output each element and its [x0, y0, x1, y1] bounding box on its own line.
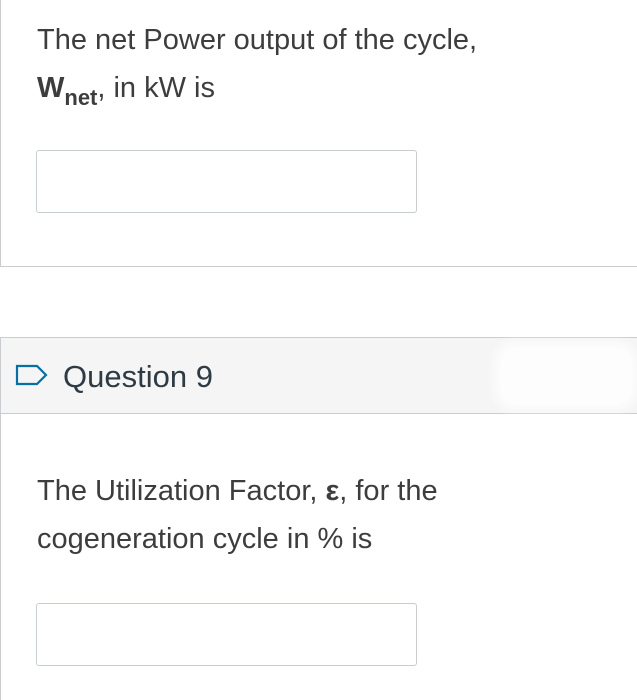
- question-8-panel: The net Power output of the cycle, Wnet,…: [0, 0, 637, 267]
- question-9-line-1-part-2: , for the: [339, 475, 438, 507]
- question-8-prompt: The net Power output of the cycle, Wnet,…: [37, 16, 597, 112]
- question-9-line-1-part-1: The Utilization Factor,: [37, 475, 326, 507]
- question-9-header: Question 9: [0, 337, 637, 414]
- epsilon-symbol: ε: [325, 475, 340, 507]
- question-8-line-1: The net Power output of the cycle,: [37, 24, 478, 56]
- question-9-title: Question 9: [63, 359, 213, 394]
- variable-subscript-net: net: [64, 85, 98, 110]
- question-8-line-2-rest: , in kW is: [97, 72, 215, 104]
- question-9-line-2: cogeneration cycle in % is: [37, 523, 373, 555]
- question-9-line-1: The Utilization Factor, ε, for the: [37, 467, 597, 515]
- question-8-answer-input[interactable]: [36, 150, 417, 213]
- flag-outline-icon[interactable]: [15, 364, 49, 386]
- question-9-prompt: The Utilization Factor, ε, for the cogen…: [37, 467, 597, 563]
- question-9-answer-input[interactable]: [36, 603, 417, 666]
- variable-w: W: [37, 72, 65, 104]
- question-8-line-2: Wnet, in kW is: [37, 64, 597, 112]
- points-blurred-area: [501, 348, 631, 404]
